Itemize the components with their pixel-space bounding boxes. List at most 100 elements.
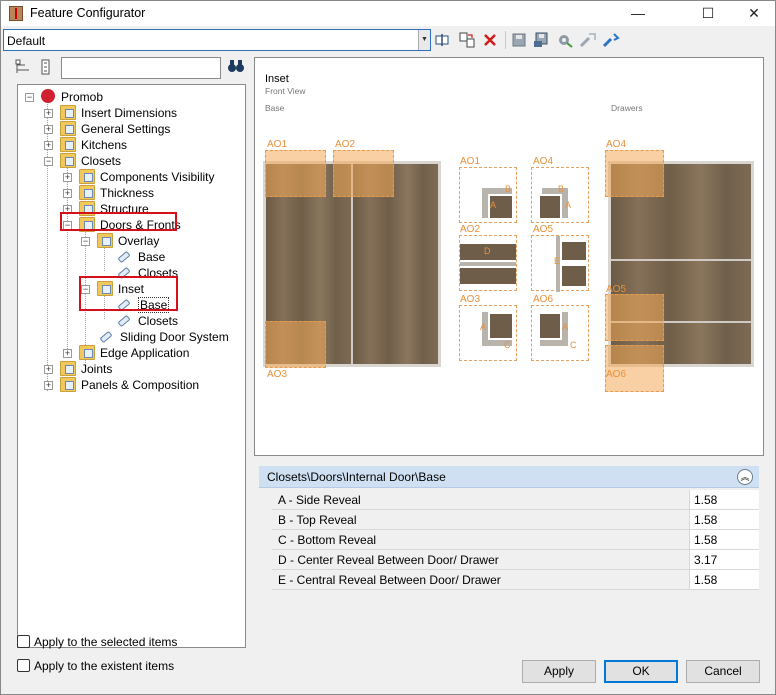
tree-item-label: Sliding Door System [120,330,229,344]
feature-tree[interactable]: − Promob + Insert Dimensions + General S… [17,84,246,648]
ok-button[interactable]: OK [604,660,678,683]
expand-icon[interactable]: + [63,189,72,198]
collapse-all-icon[interactable] [15,59,33,78]
ao5-zone [605,294,664,341]
apply-button[interactable]: Apply [522,660,596,683]
rename-icon[interactable] [433,30,453,50]
apply-existent-label: Apply to the existent items [34,659,175,673]
property-value-input[interactable]: 1.58 [689,530,759,549]
ao1-label: AO1 [267,139,288,150]
expand-icon[interactable]: + [44,125,53,134]
tree-item-label: Promob [61,90,104,104]
delete-icon[interactable] [480,30,500,50]
property-value-input[interactable]: 1.58 [689,490,759,509]
apply-selected-checkbox[interactable] [17,635,30,648]
property-label: E - Central Reveal Between Door/ Drawer [278,573,501,587]
folder-icon [60,361,76,376]
detail-ao3-label: AO3 [460,294,481,305]
tree-search-input[interactable] [61,57,221,79]
folder-icon [79,169,95,184]
tree-item-label: Kitchens [81,138,128,152]
base-label: Base [265,103,285,113]
app-icon [9,6,23,21]
property-row: B - Top Reveal 1.58 [272,510,759,530]
ao2-label: AO2 [335,139,356,150]
expand-icon[interactable]: + [44,109,53,118]
collapse-icon[interactable]: − [81,237,90,246]
expand-icon[interactable]: + [44,381,53,390]
properties-path: Closets\Doors\Internal Door\Base [267,470,446,484]
apply-selected-label: Apply to the selected items [34,635,178,649]
properties-panel: Closets\Doors\Internal Door\Base ︽ A - S… [259,466,759,592]
property-value-input[interactable]: 1.58 [689,570,759,589]
collapse-icon[interactable]: − [25,93,34,102]
property-label: D - Center Reveal Between Door/ Drawer [278,553,499,567]
property-label: C - Bottom Reveal [278,533,377,547]
properties-header: Closets\Doors\Internal Door\Base ︽ [259,466,759,488]
detail-ao5: E [531,235,589,292]
expand-icon[interactable]: + [44,141,53,150]
minimize-button[interactable]: — [615,1,661,27]
annotation-highlight-doors-fronts [60,212,177,231]
property-value-input[interactable]: 3.17 [689,550,759,569]
detail-ao3: A C [459,305,517,361]
maximize-button[interactable]: ☐ [685,1,731,27]
title-bar: Feature Configurator — ☐ ✕ [0,0,776,26]
drawers-label: Drawers [611,103,643,113]
export-icon[interactable] [578,30,598,50]
tree-connector [104,245,105,271]
property-row: C - Bottom Reveal 1.58 [272,530,759,550]
chevron-down-icon[interactable]: ▼ [418,30,430,50]
tree-item-label: Base [138,250,166,264]
detail-ao6: A C [531,305,589,361]
property-row: E - Central Reveal Between Door/ Drawer … [272,570,759,590]
tree-item-label: Edge Application [100,346,190,360]
profile-dropdown[interactable]: Default ▼ [3,29,431,51]
collapse-icon[interactable]: − [44,157,53,166]
apply-existent-checkbox[interactable] [17,659,30,672]
tree-item-label: Closets [81,154,122,168]
detail-ao1: A B [459,167,517,223]
toolbar-separator [505,31,506,49]
detail-ao4: A B [531,167,589,223]
promob-logo-icon [41,89,55,103]
folder-icon [60,153,76,168]
preview-panel: Inset Front View Base Drawers AO1 AO2 AO… [254,57,764,456]
tree-item-label: Components Visibility [100,170,215,184]
preview-subtitle: Front View [265,86,306,96]
property-row: D - Center Reveal Between Door/ Drawer 3… [272,550,759,570]
save-as-icon[interactable] [532,30,552,50]
profile-value: Default [7,34,46,48]
tag-icon [117,314,131,328]
ao3-label: AO3 [267,369,288,380]
expand-icon[interactable]: + [44,365,53,374]
detail-ao2: D [459,235,517,291]
cancel-button[interactable]: Cancel [686,660,760,683]
copy-icon[interactable] [457,30,477,50]
search-binoculars-icon[interactable] [227,59,245,75]
detail-ao1-label: AO1 [460,156,481,167]
expand-all-icon[interactable] [39,59,53,78]
tree-item-label: General Settings [81,122,171,136]
tree-item-label: Insert Dimensions [81,106,178,120]
tree-item-label: Panels & Composition [81,378,200,392]
import-icon[interactable] [601,30,621,50]
ao3-zone [265,321,326,368]
expand-icon[interactable]: + [63,173,72,182]
tree-item-label: Overlay [118,234,160,248]
tag-icon [99,330,113,344]
collapse-chevron-icon[interactable]: ︽ [737,469,753,485]
close-window-button[interactable]: ✕ [731,1,776,27]
settings-icon[interactable] [555,30,575,50]
tree-item-label: Joints [81,362,113,376]
expand-icon[interactable]: + [63,349,72,358]
save-icon[interactable] [509,30,529,50]
property-value-input[interactable]: 1.58 [689,510,759,529]
tree-item-label: Closets [138,314,179,328]
ao6-label: AO6 [606,369,627,380]
annotation-highlight-inset-base [79,276,178,311]
preview-title: Inset [265,73,289,85]
dialog-body: Default ▼ − Promob + Insert Dimensions +… [0,26,776,695]
ao4-zone [605,150,664,197]
detail-ao4-label: AO4 [533,156,554,167]
